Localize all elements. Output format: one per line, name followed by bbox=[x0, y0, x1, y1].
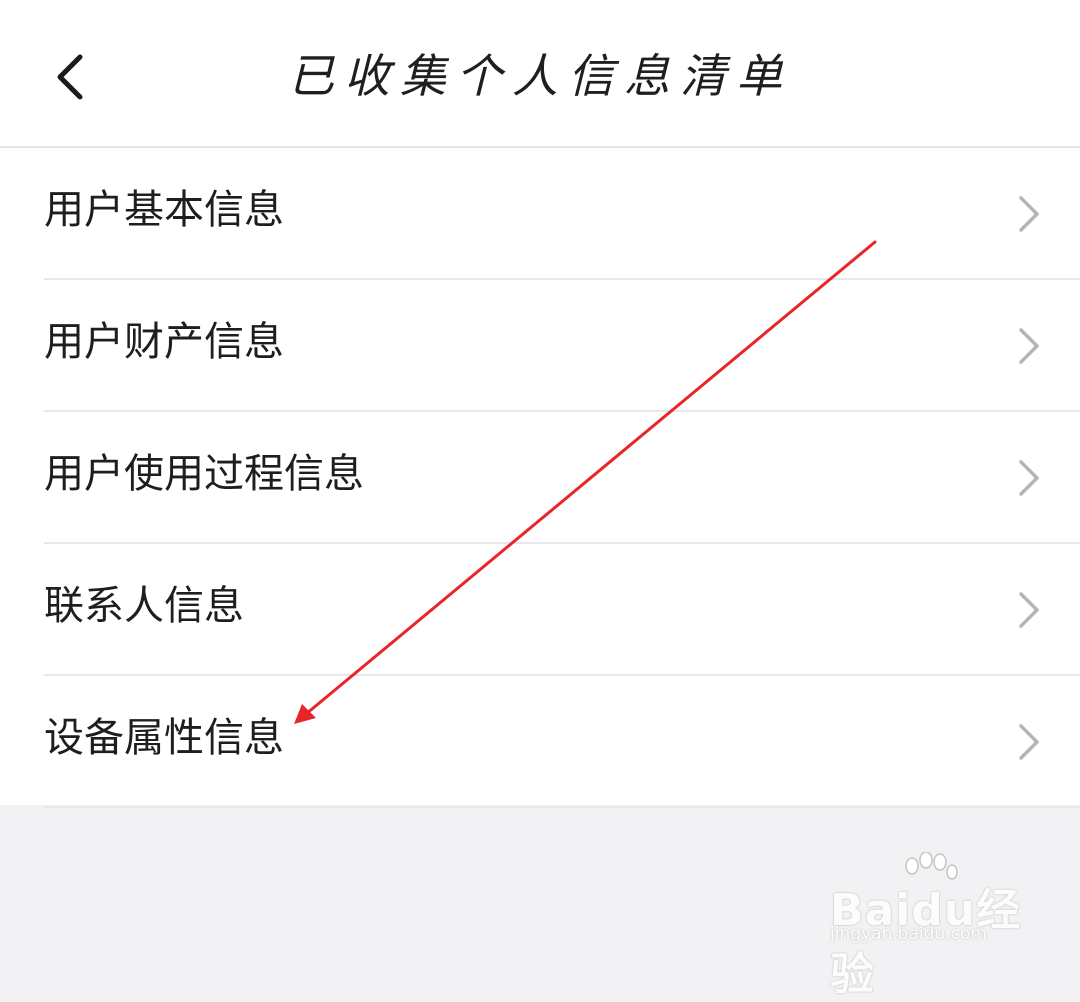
list-item-label: 用户财产信息 bbox=[44, 319, 284, 365]
info-category-list: 用户基本信息 用户财产信息 用户使用过程信息 联系人信息 设备属性信息 bbox=[0, 148, 1080, 808]
list-item-label: 设备属性信息 bbox=[44, 715, 284, 761]
list-item-label: 用户基本信息 bbox=[44, 187, 284, 233]
list-item-usage-info[interactable]: 用户使用过程信息 bbox=[0, 412, 1080, 544]
divider bbox=[44, 806, 1080, 808]
list-item-basic-info[interactable]: 用户基本信息 bbox=[0, 148, 1080, 280]
chevron-right-icon bbox=[1019, 592, 1039, 628]
baidu-watermark: Baidu经验 jingyan.baidu.com bbox=[826, 852, 1046, 1000]
list-item-contacts-info[interactable]: 联系人信息 bbox=[0, 544, 1080, 676]
list-item-device-info[interactable]: 设备属性信息 bbox=[0, 676, 1080, 808]
chevron-right-icon bbox=[1019, 460, 1039, 496]
top-bar: 已收集个人信息清单 bbox=[0, 0, 1080, 148]
chevron-right-icon bbox=[1019, 724, 1039, 760]
chevron-right-icon bbox=[1019, 196, 1039, 232]
watermark-url: jingyan.baidu.com bbox=[830, 924, 987, 944]
list-item-property-info[interactable]: 用户财产信息 bbox=[0, 280, 1080, 412]
page-title: 已收集个人信息清单 bbox=[288, 49, 792, 103]
list-item-label: 联系人信息 bbox=[44, 583, 244, 629]
chevron-right-icon bbox=[1019, 328, 1039, 364]
list-item-label: 用户使用过程信息 bbox=[44, 451, 364, 497]
